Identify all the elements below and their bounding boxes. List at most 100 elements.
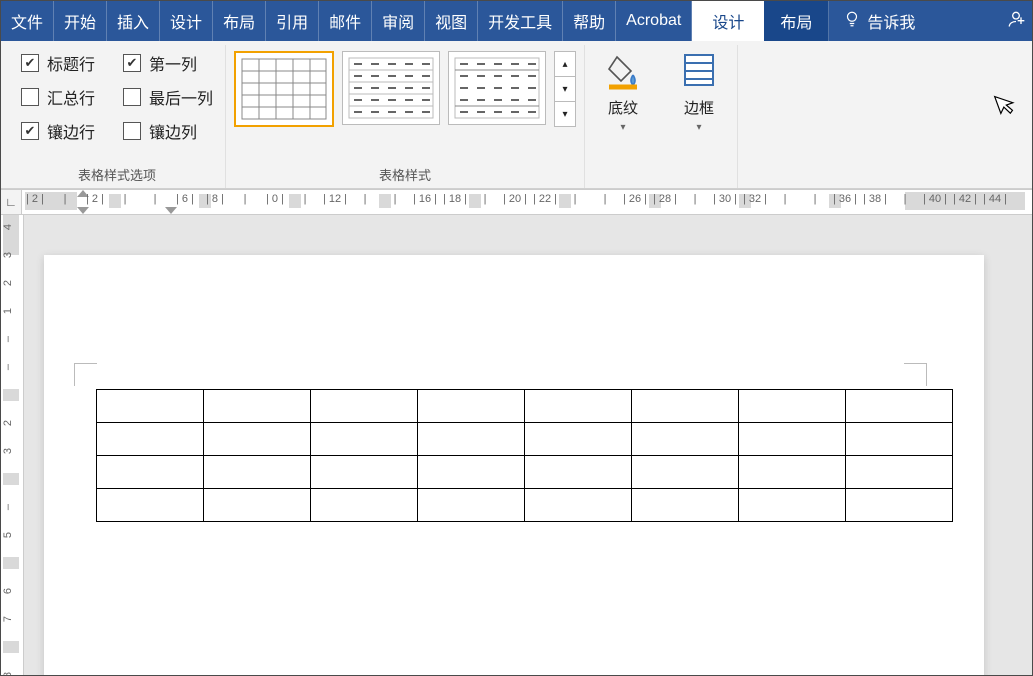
ruler-mark: | 2 | bbox=[26, 193, 44, 205]
tab-help[interactable]: 帮助 bbox=[563, 1, 616, 41]
chk-banded-col[interactable]: 镶边列 bbox=[123, 119, 213, 143]
table-row[interactable] bbox=[97, 489, 953, 522]
document-table[interactable] bbox=[96, 389, 953, 522]
tab-acrobat[interactable]: Acrobat bbox=[616, 1, 692, 41]
table-cell[interactable] bbox=[204, 423, 311, 456]
chk-header-row[interactable]: 标题行 bbox=[21, 51, 95, 75]
table-cell[interactable] bbox=[739, 390, 846, 423]
ruler-mark: – bbox=[2, 336, 14, 342]
style-thumb-1[interactable] bbox=[234, 51, 334, 127]
tab-home[interactable]: 开始 bbox=[54, 1, 107, 41]
table-cell[interactable] bbox=[632, 423, 739, 456]
chk-banded-row[interactable]: 镶边行 bbox=[21, 119, 95, 143]
shading-button[interactable]: 底纹 ▾ bbox=[593, 45, 653, 133]
ruler-mark: | 6 | bbox=[176, 193, 194, 205]
style-thumb-3[interactable] bbox=[448, 51, 546, 125]
gallery-more-button[interactable]: ▾ bbox=[554, 102, 576, 127]
chk-last-col[interactable]: 最后一列 bbox=[123, 85, 213, 109]
page[interactable] bbox=[44, 255, 984, 675]
chk-first-col[interactable]: 第一列 bbox=[123, 51, 213, 75]
table-cell[interactable] bbox=[525, 456, 632, 489]
style-gallery bbox=[234, 51, 546, 127]
share-button[interactable] bbox=[1000, 1, 1032, 41]
table-cell[interactable] bbox=[97, 390, 204, 423]
ruler-mark: | 30 | bbox=[713, 193, 737, 205]
table-cell[interactable] bbox=[525, 390, 632, 423]
table-row[interactable] bbox=[97, 390, 953, 423]
table-cell[interactable] bbox=[632, 390, 739, 423]
tab-table-design[interactable]: 设计 bbox=[692, 1, 764, 41]
ruler-mark: | 8 | bbox=[206, 193, 224, 205]
table-cell[interactable] bbox=[525, 489, 632, 522]
indent-hanging-marker[interactable] bbox=[165, 207, 177, 214]
table-cell[interactable] bbox=[846, 456, 953, 489]
tab-file[interactable]: 文件 bbox=[1, 1, 54, 41]
tell-me-search[interactable]: 告诉我 bbox=[829, 1, 929, 41]
table-cell[interactable] bbox=[418, 390, 525, 423]
table-cell[interactable] bbox=[204, 456, 311, 489]
document-canvas[interactable] bbox=[24, 215, 1032, 675]
ruler-mark: | 40 | bbox=[923, 193, 947, 205]
table-row[interactable] bbox=[97, 423, 953, 456]
ruler-mark: 8 bbox=[2, 672, 14, 675]
ruler-mark: | 28 | bbox=[653, 193, 677, 205]
table-cell[interactable] bbox=[311, 423, 418, 456]
table-cell[interactable] bbox=[739, 456, 846, 489]
tab-developer[interactable]: 开发工具 bbox=[478, 1, 563, 41]
table-cell[interactable] bbox=[204, 489, 311, 522]
tab-design[interactable]: 设计 bbox=[160, 1, 213, 41]
ruler-mark: | bbox=[904, 193, 907, 205]
gallery-prev-button[interactable]: ▴ bbox=[554, 51, 576, 77]
tab-layout[interactable]: 布局 bbox=[213, 1, 266, 41]
ruler-mark: | 42 | bbox=[953, 193, 977, 205]
share-icon bbox=[1006, 9, 1026, 34]
ruler-mark: | bbox=[364, 193, 367, 205]
style-thumb-2[interactable] bbox=[342, 51, 440, 125]
indent-left-marker[interactable] bbox=[77, 207, 89, 214]
table-cell[interactable] bbox=[739, 489, 846, 522]
ruler-mark: | 0 | bbox=[266, 193, 284, 205]
table-cell[interactable] bbox=[418, 456, 525, 489]
table-cell[interactable] bbox=[97, 456, 204, 489]
tab-insert[interactable]: 插入 bbox=[107, 1, 160, 41]
chevron-down-icon: ▾ bbox=[562, 84, 567, 95]
table-cell[interactable] bbox=[846, 423, 953, 456]
tell-me-label: 告诉我 bbox=[867, 9, 915, 33]
table-cell[interactable] bbox=[632, 489, 739, 522]
tab-table-layout[interactable]: 布局 bbox=[764, 1, 829, 41]
ruler-vertical[interactable]: 4321–––23––5–67–8 bbox=[1, 215, 24, 675]
table-cell[interactable] bbox=[632, 456, 739, 489]
ruler-mark: | 20 | bbox=[503, 193, 527, 205]
table-cell[interactable] bbox=[418, 423, 525, 456]
tab-view[interactable]: 视图 bbox=[425, 1, 478, 41]
ruler-horizontal[interactable]: ∟ | 2 ||| 2 |||| 6 || 8 ||| 0 ||| 12 |||… bbox=[1, 189, 1032, 215]
ruler-mark: 4 bbox=[2, 224, 14, 230]
table-row[interactable] bbox=[97, 456, 953, 489]
ruler-mark: 2 bbox=[2, 420, 14, 426]
borders-button[interactable]: 边框 ▾ bbox=[669, 45, 729, 133]
chk-total-row[interactable]: 汇总行 bbox=[21, 85, 95, 109]
table-cell[interactable] bbox=[418, 489, 525, 522]
document-area: 4321–––23––5–67–8 bbox=[1, 215, 1032, 675]
ruler-corner[interactable]: ∟ bbox=[1, 190, 22, 214]
chevron-down-bar-icon: ▾ bbox=[562, 109, 567, 120]
ruler-mark: | 22 | bbox=[533, 193, 557, 205]
table-cell[interactable] bbox=[97, 489, 204, 522]
tab-mailings[interactable]: 邮件 bbox=[319, 1, 372, 41]
table-cell[interactable] bbox=[311, 489, 418, 522]
table-cell[interactable] bbox=[846, 390, 953, 423]
table-cell[interactable] bbox=[846, 489, 953, 522]
tab-review[interactable]: 审阅 bbox=[372, 1, 425, 41]
lightbulb-icon bbox=[843, 10, 861, 33]
ruler-mark: | bbox=[154, 193, 157, 205]
paint-bucket-icon bbox=[603, 51, 643, 93]
gallery-next-button[interactable]: ▾ bbox=[554, 77, 576, 102]
table-cell[interactable] bbox=[204, 390, 311, 423]
table-cell[interactable] bbox=[525, 423, 632, 456]
table-cell[interactable] bbox=[97, 423, 204, 456]
table-cell[interactable] bbox=[739, 423, 846, 456]
table-cell[interactable] bbox=[311, 390, 418, 423]
table-cell[interactable] bbox=[311, 456, 418, 489]
tab-references[interactable]: 引用 bbox=[266, 1, 319, 41]
ruler-mark: 3 bbox=[2, 448, 14, 454]
